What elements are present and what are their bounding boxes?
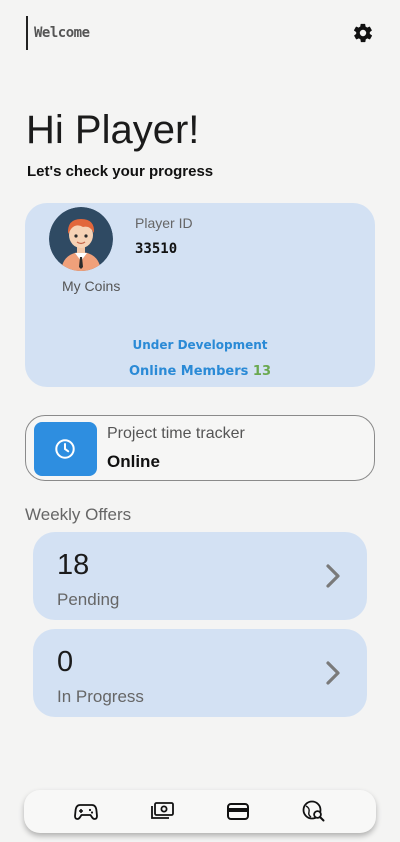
gear-icon: [353, 23, 373, 43]
welcome-label: Welcome: [26, 16, 90, 50]
greeting-title: Hi Player!: [26, 108, 200, 152]
globe-search-icon: [302, 800, 325, 822]
avatar[interactable]: [49, 207, 113, 271]
offer-card-in-progress[interactable]: 0 In Progress: [33, 629, 367, 717]
greeting-subtitle: Let's check your progress: [27, 163, 214, 180]
tracker-status: Online: [107, 452, 160, 471]
settings-button[interactable]: [352, 22, 374, 44]
avatar-icon: [49, 207, 113, 271]
tracker-title: Project time tracker: [107, 425, 245, 442]
online-members: Online Members 13: [25, 364, 375, 379]
weekly-offers-title: Weekly Offers: [25, 505, 132, 524]
offer-card-pending[interactable]: 18 Pending: [33, 532, 367, 620]
project-time-tracker[interactable]: Project time tracker Online: [25, 415, 375, 481]
bottom-nav: [24, 790, 376, 833]
online-members-count: 13: [252, 364, 271, 379]
offer-label: Pending: [57, 590, 120, 609]
money-icon: [151, 802, 174, 819]
clock-badge: [34, 422, 97, 476]
online-members-label: Online Members: [128, 364, 249, 379]
nav-explore[interactable]: [302, 800, 326, 822]
my-coins-label: My Coins: [62, 278, 121, 294]
player-id-value: 33510: [135, 241, 178, 257]
chevron-right-icon: [326, 564, 340, 588]
clock-icon: [55, 439, 75, 459]
nav-games[interactable]: [74, 800, 98, 822]
development-status: Under Development: [132, 338, 268, 352]
nav-earnings[interactable]: [150, 800, 174, 822]
offer-count: 18: [57, 549, 90, 581]
wallet-icon: [227, 803, 249, 820]
chevron-right-icon: [326, 661, 340, 685]
gamepad-icon: [74, 804, 98, 820]
profile-card: My Coins Player ID 33510 Under Developme…: [25, 203, 375, 387]
offer-count: 0: [57, 646, 74, 678]
top-bar: Welcome: [26, 16, 376, 50]
nav-wallet[interactable]: [226, 800, 250, 822]
offer-label: In Progress: [57, 687, 144, 706]
player-id-label: Player ID: [135, 215, 193, 231]
